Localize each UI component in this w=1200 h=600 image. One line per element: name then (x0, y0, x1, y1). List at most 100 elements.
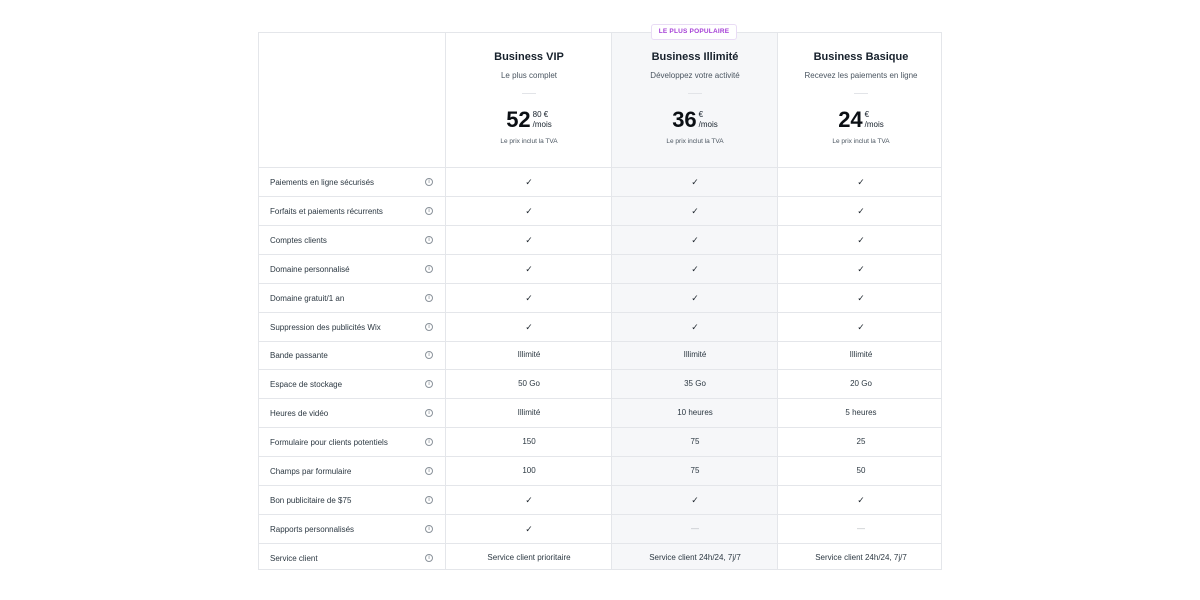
plan-name: Business Illimité (651, 51, 739, 63)
plan-header-basique: Business Basique Recevez les paiements e… (778, 33, 944, 167)
info-icon[interactable]: i (425, 351, 433, 360)
check-icon: ✓ (691, 494, 699, 505)
info-icon[interactable]: i (425, 380, 433, 389)
feature-row: Suppression des publicités Wix i ✓ ✓ ✓ (259, 313, 941, 342)
feature-value: Service client 24h/24, 7j/7 (815, 552, 907, 562)
divider (688, 93, 702, 94)
feature-value: Illimité (683, 350, 707, 360)
feature-value: 100 (522, 466, 536, 475)
feature-value: 10 heures (677, 408, 713, 418)
feature-value: Illimité (849, 350, 873, 360)
feature-label: Domaine personnalisé (270, 264, 350, 274)
feature-value: Service client prioritaire (487, 552, 571, 562)
info-icon[interactable]: i (425, 467, 433, 475)
feature-label: Suppression des publicités Wix (270, 322, 381, 332)
divider (522, 93, 536, 94)
vat-note: Le prix inclut la TVA (666, 138, 724, 145)
feature-value: Service client 24h/24, 7j/7 (649, 552, 741, 562)
feature-label: Service client (270, 553, 318, 563)
feature-value: 5 heures (845, 408, 877, 418)
check-icon: ✓ (857, 321, 865, 332)
check-icon: ✓ (525, 263, 533, 274)
plan-price: 24 € /mois (778, 107, 944, 135)
info-icon[interactable]: i (425, 235, 433, 244)
feature-label: Forfaits et paiements récurrents (270, 206, 383, 216)
price-integer: 36 (672, 107, 697, 132)
plan-comparison-table: LE PLUS POPULAIRE Business VIP Le plus c… (258, 24, 944, 572)
price-decimal: 80 € (532, 110, 549, 119)
plan-header-vip: Business VIP Le plus complet 52 80 € /mo… (446, 33, 612, 167)
feature-row: Forfaits et paiements récurrents i ✓ ✓ ✓ (259, 197, 941, 226)
vat-note: Le prix inclut la TVA (832, 138, 890, 145)
feature-label: Paiements en ligne sécurisés (270, 178, 375, 187)
feature-label: Rapports personnalisés (270, 524, 355, 534)
plan-description: Le plus complet (500, 71, 558, 80)
feature-value: 35 Go (684, 379, 706, 389)
check-icon: ✓ (691, 263, 699, 274)
feature-row: Champs par formulaire i 100 75 50 (259, 457, 941, 486)
info-icon[interactable]: i (425, 409, 433, 418)
info-icon[interactable]: i (425, 524, 433, 533)
plan-name: Business Basique (813, 51, 909, 63)
info-icon[interactable]: i (425, 264, 433, 273)
feature-row: Rapports personnalisés i ✓ — — (259, 515, 941, 544)
feature-row: Heures de vidéo i Illimité 10 heures 5 heure… (259, 399, 941, 429)
feature-value: 20 Go (850, 379, 872, 389)
check-icon: ✓ (525, 205, 533, 216)
feature-value: 150 (522, 437, 536, 447)
feature-label: Bande passante (270, 351, 328, 361)
feature-value: Illimité (517, 408, 541, 418)
plan-description: Développez votre activité (650, 71, 740, 80)
feature-row: Bande passante i Illimité Illimité Illimité (259, 341, 941, 371)
divider (854, 93, 868, 94)
check-icon: ✓ (857, 292, 865, 303)
info-icon[interactable]: i (425, 293, 433, 302)
feature-label: Champs par formulaire (270, 467, 352, 476)
check-icon: ✓ (857, 263, 865, 274)
plan-description: Recevez les paiements en ligne (804, 71, 918, 80)
plan-price: 36 € /mois (612, 107, 778, 135)
plan-header-illimite: Business Illimité Développez votre activ… (612, 33, 778, 167)
feature-row: Comptes clients i ✓ ✓ ✓ (259, 226, 941, 255)
info-icon[interactable]: i (425, 322, 433, 331)
feature-row: Domaine personnalisé i ✓ ✓ ✓ (259, 255, 941, 284)
check-icon: ✓ (691, 321, 699, 332)
plan-price: 52 80 € /mois (446, 107, 612, 135)
price-decimal: € (698, 110, 704, 119)
info-icon[interactable]: i (425, 206, 433, 215)
check-icon: ✓ (691, 292, 699, 303)
feature-row: Espace de stockage i 50 Go 35 Go 20 Go (259, 370, 941, 400)
check-icon: ✓ (525, 234, 533, 245)
feature-value: 25 (856, 437, 866, 447)
feature-label: Domaine gratuit/1 an (270, 293, 345, 303)
feature-value: — (691, 523, 699, 533)
feature-row: Bon publicitaire de $75 i ✓ ✓ ✓ (259, 486, 941, 515)
info-icon[interactable]: i (425, 178, 433, 186)
vat-note: Le prix inclut la TVA (500, 138, 558, 145)
feature-row: Service client i Service client prioritair… (259, 544, 941, 572)
price-decimal: € (864, 110, 870, 119)
check-icon: ✓ (691, 205, 699, 216)
info-icon[interactable]: i (425, 438, 433, 447)
info-icon[interactable]: i (425, 495, 433, 504)
check-icon: ✓ (857, 494, 865, 505)
info-icon[interactable]: i (425, 553, 433, 562)
feature-row: Formulaire pour clients potentiels i 150 75… (259, 428, 941, 458)
feature-value: 50 (856, 466, 866, 475)
feature-value: — (857, 523, 865, 533)
feature-label: Comptes clients (270, 235, 327, 245)
feature-row: Paiements en ligne sécurisés i ✓ ✓ ✓ (259, 168, 941, 197)
feature-value: 75 (690, 437, 700, 447)
check-icon: ✓ (691, 177, 699, 187)
feature-row: Domaine gratuit/1 an i ✓ ✓ ✓ (259, 284, 941, 313)
check-icon: ✓ (857, 177, 865, 187)
price-period: /mois (532, 120, 552, 129)
feature-label: Heures de vidéo (270, 409, 329, 419)
price-integer: 24 (838, 107, 863, 132)
check-icon: ✓ (691, 234, 699, 245)
check-icon: ✓ (857, 234, 865, 245)
feature-value: 75 (690, 466, 700, 475)
check-icon: ✓ (525, 494, 533, 505)
check-icon: ✓ (525, 321, 533, 332)
plan-name: Business VIP (494, 51, 564, 63)
